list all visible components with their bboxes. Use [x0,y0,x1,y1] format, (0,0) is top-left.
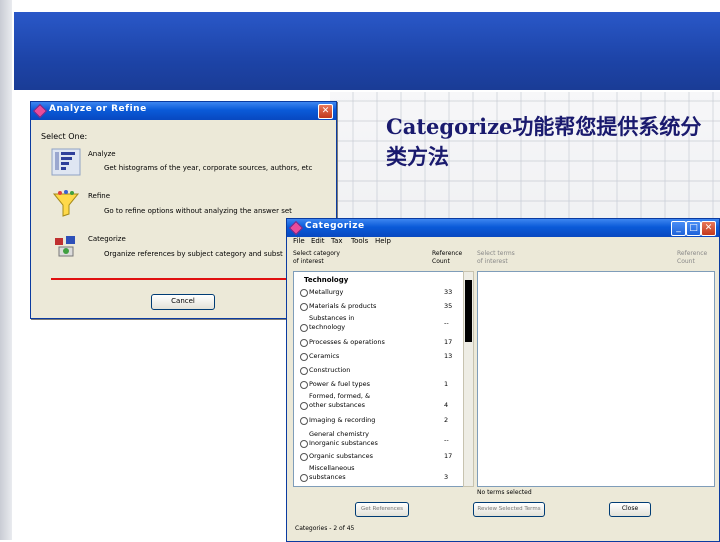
terms-reference-count-header: Reference Count [677,250,708,265]
radio-button[interactable] [300,324,308,332]
categorize-window: Categorize _ □ ✕ File Edit Tax Tools Hel… [286,218,720,542]
terms-list[interactable] [477,271,715,487]
close-icon[interactable]: ✕ [318,104,333,119]
category-scrollbar[interactable] [463,271,474,487]
status-text: No terms selected [477,489,532,496]
menu-edit[interactable]: Edit [311,237,325,245]
refine-option-title[interactable]: Refine [88,192,110,200]
slide-title-line1: Categorize功能帮您提供系统分 [386,114,702,139]
radio-button[interactable] [300,339,308,347]
app-diamond-icon [288,220,304,236]
minimize-icon[interactable]: _ [671,221,686,236]
categorize-window-titlebar[interactable]: Categorize _ □ ✕ [287,219,719,237]
slide-title-line2: 类方法 [386,144,449,169]
reference-count-header: Reference Count [432,250,463,265]
analyze-window-title: Analyze or Refine [49,104,147,114]
radio-button[interactable] [300,353,308,361]
radio-button[interactable] [300,381,308,389]
categorize-option-title[interactable]: Categorize [88,235,126,243]
menu-tax[interactable]: Tax [331,237,343,245]
get-references-button[interactable]: Get References [355,502,409,517]
radio-button[interactable] [300,417,308,425]
analyze-window-titlebar[interactable]: Analyze or Refine ✕ [31,102,336,120]
slide-title-bar [14,12,720,90]
radio-button[interactable] [300,303,308,311]
menu-tools[interactable]: Tools [351,237,368,245]
radio-button[interactable] [300,289,308,297]
select-one-label: Select One: [41,132,88,141]
categories-footer: Categories - 2 of 45 [295,525,355,532]
app-diamond-icon [32,103,48,119]
menu-file[interactable]: File [293,237,305,245]
category-list[interactable]: Technology Metallurgy 33 Materials & pro… [293,271,465,487]
histogram-icon[interactable] [51,148,81,176]
categorize-icon[interactable] [51,232,81,260]
radio-button[interactable] [300,402,308,410]
review-selected-terms-button[interactable]: Review Selected Terms [473,502,545,517]
category-group-header: Technology [304,276,349,284]
radio-button[interactable] [300,440,308,448]
refine-option-desc: Go to refine options without analyzing t… [104,207,292,215]
slide-title: Categorize功能帮您提供系统分 类方法 [386,112,716,172]
radio-button[interactable] [300,367,308,375]
radio-button[interactable] [300,474,308,482]
select-category-header: Select category of interest [293,250,340,265]
select-terms-header: Select terms of interest [477,250,515,265]
slide-left-stripe [0,0,12,540]
menu-help[interactable]: Help [375,237,391,245]
analyze-option-desc: Get histograms of the year, corporate so… [104,164,313,172]
close-icon[interactable]: ✕ [701,221,716,236]
analyze-option-title[interactable]: Analyze [88,150,116,158]
radio-button[interactable] [300,453,308,461]
cancel-button[interactable]: Cancel [151,294,215,310]
funnel-icon[interactable] [51,190,81,218]
close-button[interactable]: Close [609,502,651,517]
maximize-icon[interactable]: □ [686,221,701,236]
categorize-option-desc: Organize references by subject category … [104,250,283,258]
categorize-window-title: Categorize [305,221,365,231]
scrollbar-thumb[interactable] [465,280,472,342]
